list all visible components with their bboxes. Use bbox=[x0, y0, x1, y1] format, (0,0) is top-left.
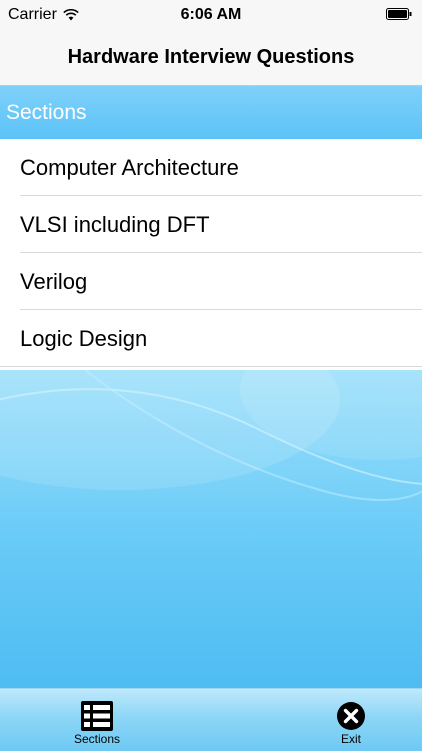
tab-sections-label: Sections bbox=[73, 732, 121, 746]
background-swirl bbox=[0, 370, 422, 501]
tab-bar: Sections Exit bbox=[0, 688, 422, 751]
sections-header: Sections bbox=[0, 86, 422, 139]
page-title: Hardware Interview Questions bbox=[67, 46, 355, 68]
status-time: 6:06 AM bbox=[180, 6, 242, 23]
list-item-verilog[interactable]: Verilog bbox=[0, 253, 422, 310]
tab-sections[interactable]: Sections bbox=[62, 689, 132, 751]
background-artwork bbox=[0, 370, 422, 688]
list-item-label: Computer Architecture bbox=[20, 154, 239, 180]
close-circle-icon bbox=[337, 702, 365, 730]
sections-header-label: Sections bbox=[6, 100, 87, 124]
list-item-label: VLSI including DFT bbox=[20, 211, 210, 237]
list-icon bbox=[81, 701, 113, 731]
status-bar: Carrier 6:06 AM bbox=[0, 0, 422, 30]
list-item-label: Logic Design bbox=[20, 325, 148, 351]
list-item-computer-architecture[interactable]: Computer Architecture bbox=[0, 139, 422, 196]
tab-exit-label: Exit bbox=[340, 732, 361, 746]
tab-exit[interactable]: Exit bbox=[316, 689, 386, 751]
list-item-vlsi-including-dft[interactable]: VLSI including DFT bbox=[0, 196, 422, 253]
navigation-bar: Hardware Interview Questions bbox=[0, 30, 422, 86]
list-item-label: Verilog bbox=[20, 268, 88, 294]
battery-icon bbox=[386, 8, 412, 20]
sections-list: Computer Architecture VLSI including DFT… bbox=[0, 139, 422, 367]
list-item-logic-design[interactable]: Logic Design bbox=[0, 310, 422, 367]
